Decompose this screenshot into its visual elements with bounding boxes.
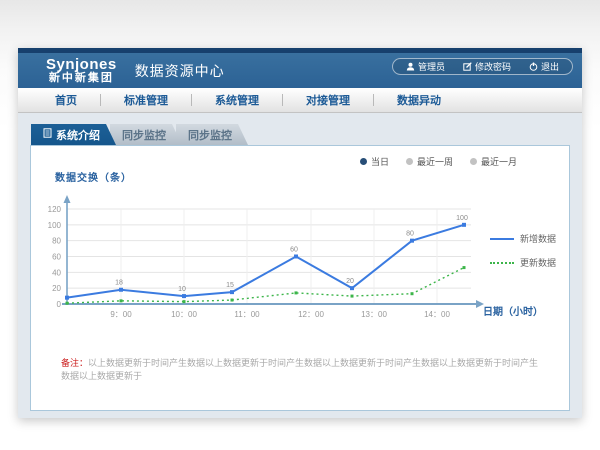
footnote-text: 以上数据更新于时间产生数据以上数据更新于时间产生数据以上数据更新于时间产生数据以… [61, 358, 538, 381]
svg-text:80: 80 [52, 237, 61, 246]
filter-label: 最近一周 [417, 155, 453, 168]
document-icon [43, 128, 52, 141]
radio-dot-icon [360, 158, 367, 165]
logout-button[interactable]: 退出 [520, 60, 568, 73]
filter-last-month[interactable]: 最近一月 [470, 155, 517, 168]
svg-text:15: 15 [226, 282, 234, 289]
chart-panel: 当日 最近一周 最近一月 数据交换（条） 0 20 40 60 80 100 120 9：00… [30, 145, 570, 411]
legend-label: 新增数据 [520, 232, 556, 245]
svg-text:10: 10 [178, 286, 186, 293]
user-name-label: 管理员 [418, 60, 445, 73]
svg-text:18: 18 [115, 280, 123, 287]
nav-item-home[interactable]: 首页 [32, 92, 100, 108]
tab-bar: 系统介绍 同步监控 同步监控 [31, 124, 582, 145]
svg-text:120: 120 [48, 205, 62, 214]
period-filter-group: 当日 最近一周 最近一月 [360, 155, 517, 168]
tab-system-intro[interactable]: 系统介绍 [31, 124, 116, 145]
footnote-prefix: 备注： [61, 358, 88, 368]
tab-label: 系统介绍 [56, 127, 100, 143]
nav-item-standard-mgmt[interactable]: 标准管理 [101, 92, 191, 108]
line-chart: 0 20 40 60 80 100 120 9：00 10：00 11：00 12：00 13：00 1… [39, 194, 499, 329]
legend-item-updated-data: 更新数据 [490, 256, 556, 269]
svg-text:0: 0 [57, 300, 62, 309]
filter-label: 当日 [371, 155, 389, 168]
legend-label: 更新数据 [520, 256, 556, 269]
svg-text:80: 80 [406, 231, 414, 238]
tab-sync-monitor-2[interactable]: 同步监控 [176, 124, 248, 145]
filter-today[interactable]: 当日 [360, 155, 389, 168]
legend-item-new-data: 新增数据 [490, 232, 556, 245]
tab-label: 同步监控 [188, 127, 232, 143]
svg-text:60: 60 [52, 252, 61, 261]
nav-item-system-mgmt[interactable]: 系统管理 [192, 92, 282, 108]
svg-text:60: 60 [290, 246, 298, 253]
tab-label: 同步监控 [122, 127, 166, 143]
company-logo: Synjones 新中新集团 [46, 57, 117, 84]
svg-text:20: 20 [52, 284, 61, 293]
svg-text:10：00: 10：00 [171, 310, 197, 319]
svg-text:11：00: 11：00 [234, 310, 260, 319]
x-axis-title: 日期（小时） [483, 303, 543, 318]
change-password-label: 修改密码 [475, 60, 511, 73]
current-user-button[interactable]: 管理员 [397, 60, 454, 73]
logo-company-name: 新中新集团 [46, 73, 117, 85]
logout-label: 退出 [541, 60, 559, 73]
user-toolbar: 管理员 修改密码 退出 [392, 58, 573, 75]
user-icon [406, 62, 415, 71]
svg-text:100: 100 [456, 215, 468, 222]
filter-last-week[interactable]: 最近一周 [406, 155, 453, 168]
nav-item-interface-mgmt[interactable]: 对接管理 [283, 92, 373, 108]
dotted-line-icon [490, 262, 514, 264]
svg-text:14：00: 14：00 [424, 310, 450, 319]
app-window: Synjones 新中新集团 数据资源中心 管理员 修改密码 退出 [18, 48, 582, 418]
solid-line-icon [490, 238, 514, 240]
y-axis-title: 数据交换（条） [55, 169, 132, 184]
chart-legend: 新增数据 更新数据 [490, 232, 556, 269]
tab-sync-monitor-1[interactable]: 同步监控 [110, 124, 182, 145]
svg-text:12：00: 12：00 [298, 310, 324, 319]
svg-text:20: 20 [346, 278, 354, 285]
svg-text:40: 40 [52, 268, 61, 277]
filter-label: 最近一月 [481, 155, 517, 168]
content-area: 系统介绍 同步监控 同步监控 当日 最近一周 [18, 113, 582, 418]
footnote: 备注：以上数据更新于时间产生数据以上数据更新于时间产生数据以上数据更新于时间产生… [61, 357, 543, 382]
svg-text:100: 100 [48, 221, 62, 230]
power-icon [529, 62, 538, 71]
logo-brand-name: Synjones [46, 57, 117, 73]
nav-item-data-change[interactable]: 数据异动 [374, 92, 464, 108]
app-header: Synjones 新中新集团 数据资源中心 管理员 修改密码 退出 [18, 53, 582, 88]
change-password-button[interactable]: 修改密码 [454, 60, 520, 73]
edit-icon [463, 62, 472, 71]
svg-text:13：00: 13：00 [361, 310, 387, 319]
main-nav: 首页 标准管理 系统管理 对接管理 数据异动 [18, 88, 582, 113]
radio-dot-icon [470, 158, 477, 165]
radio-dot-icon [406, 158, 413, 165]
svg-text:9：00: 9：00 [110, 310, 132, 319]
page-title: 数据资源中心 [135, 61, 225, 81]
